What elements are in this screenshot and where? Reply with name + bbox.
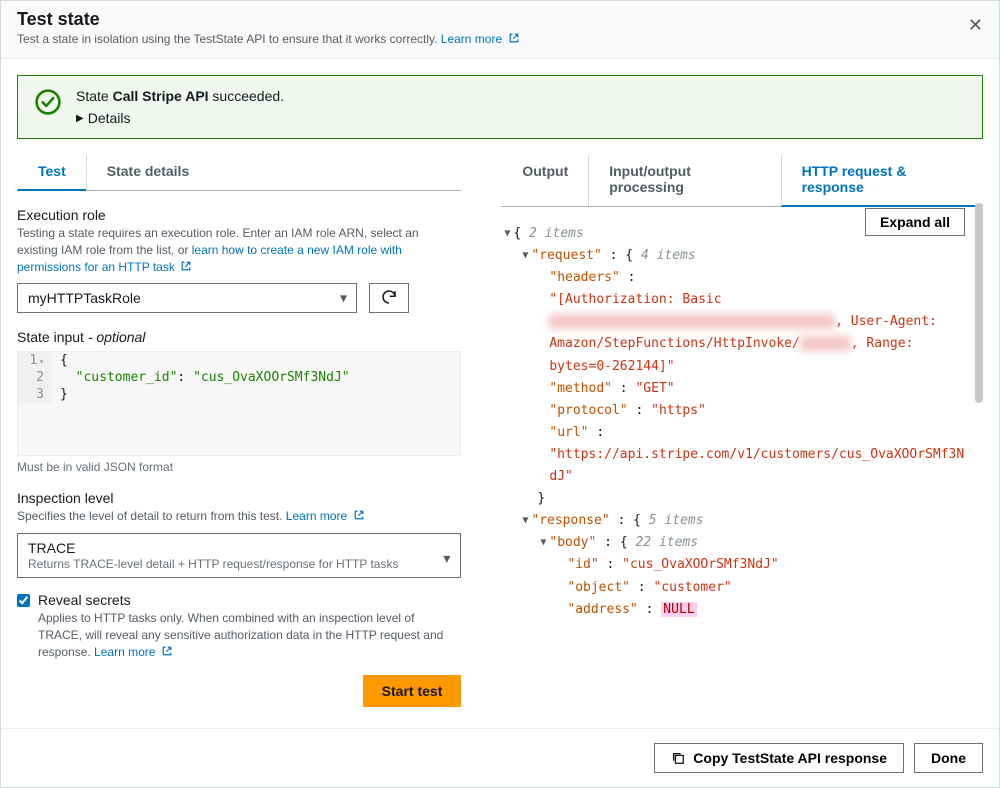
execution-role-desc: Testing a state requires an execution ro… [17,225,461,275]
tab-http-request-response[interactable]: HTTP request & response [781,155,983,207]
json-response-viewer[interactable]: ▼{ 2 items ▼"request" : { 4 items "heade… [501,223,983,653]
state-input-helper: Must be in valid JSON format [17,460,461,474]
inspection-title: Inspection level [17,490,461,506]
reveal-secrets-label: Reveal secrets [38,592,461,608]
external-link-icon [508,32,520,44]
tab-state-details[interactable]: State details [86,155,209,190]
execution-role-title: Execution role [17,207,461,223]
inspection-learn-more-link[interactable]: Learn more [286,509,365,523]
chevron-down-icon: ▾ [443,550,450,567]
done-button[interactable]: Done [914,743,983,773]
toggle-icon[interactable]: ▼ [519,512,531,529]
inspection-desc: Specifies the level of detail to return … [17,508,461,525]
tab-io-processing[interactable]: Input/output processing [588,155,780,206]
reveal-secrets-learn-more-link[interactable]: Learn more [94,645,173,659]
copy-icon [671,751,685,765]
alert-details-toggle[interactable]: ▶ Details [76,110,966,126]
reveal-secrets-checkbox[interactable] [17,594,30,607]
modal-header: Test state Test a state in isolation usi… [1,1,999,59]
toggle-icon[interactable]: ▼ [537,534,549,551]
external-link-icon [161,645,173,657]
inspection-level-select[interactable]: TRACE Returns TRACE-level detail + HTTP … [17,533,461,578]
left-tabs: Test State details [17,155,461,191]
modal-subtitle: Test a state in isolation using the Test… [17,32,983,46]
copy-response-button[interactable]: Copy TestState API response [654,743,904,773]
tab-output[interactable]: Output [501,155,588,206]
success-alert: State Call Stripe API succeeded. ▶ Detai… [17,75,983,139]
execution-role-select[interactable]: myHTTPTaskRole [17,283,357,313]
right-tabs: Output Input/output processing HTTP requ… [501,155,983,207]
state-input-editor[interactable]: 1▾{ 2 "customer_id": "cus_OvaXOOrSMf3NdJ… [17,351,461,456]
close-button[interactable]: ✕ [964,11,987,40]
close-icon: ✕ [968,15,983,35]
alert-title: State Call Stripe API succeeded. [76,88,966,104]
external-link-icon [353,509,365,521]
inspection-level-sub: Returns TRACE-level detail + HTTP reques… [28,557,432,571]
modal-title: Test state [17,9,983,30]
state-input-title: State input - optional [17,329,461,345]
external-link-icon [180,260,192,272]
scrollbar[interactable] [975,203,983,403]
inspection-level-value: TRACE [28,540,432,556]
toggle-icon[interactable]: ▼ [501,225,513,242]
modal-footer: Copy TestState API response Done [1,728,999,787]
success-check-icon [34,88,62,116]
start-test-button[interactable]: Start test [363,675,462,707]
toggle-icon[interactable]: ▼ [519,247,531,264]
tab-test[interactable]: Test [17,155,86,191]
expand-all-button[interactable]: Expand all [865,208,965,236]
learn-more-link[interactable]: Learn more [441,32,520,46]
test-state-modal: Test state Test a state in isolation usi… [0,0,1000,788]
refresh-button[interactable] [369,283,409,313]
refresh-icon [380,288,398,309]
execution-role-value: myHTTPTaskRole [28,290,141,306]
reveal-secrets-desc: Applies to HTTP tasks only. When combine… [38,610,461,660]
chevron-right-icon: ▶ [76,113,84,124]
